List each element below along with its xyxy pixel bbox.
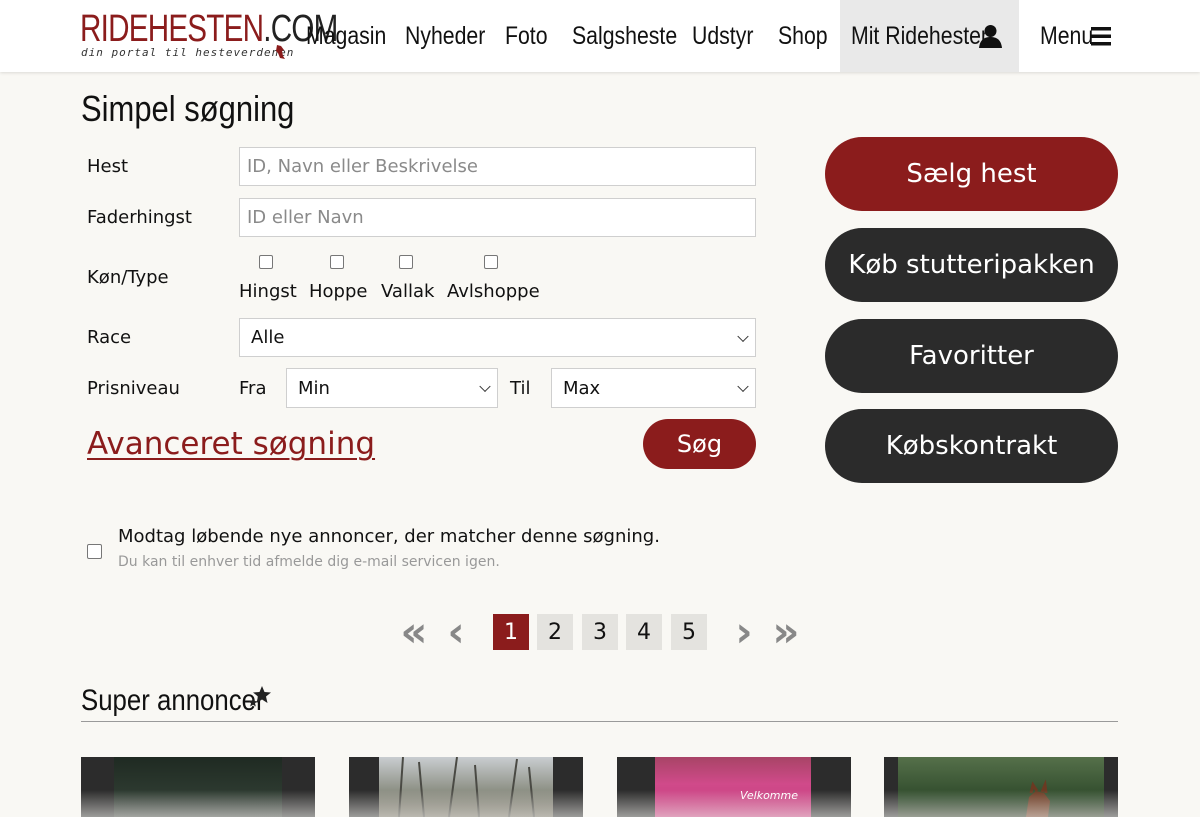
section-divider <box>81 721 1118 722</box>
page-3[interactable]: 3 <box>582 614 618 650</box>
label-vallak[interactable]: Vallak <box>381 281 434 302</box>
ad-thumbnail[interactable] <box>884 757 1118 817</box>
trees-graphic <box>398 757 535 817</box>
checkbox-hoppe[interactable] <box>330 255 344 269</box>
prev-page-icon[interactable]: ‹ <box>436 611 476 653</box>
nav-foto[interactable]: Foto <box>505 0 548 72</box>
chevron-down-icon <box>737 380 749 393</box>
label-hoppe[interactable]: Hoppe <box>309 281 367 302</box>
nav-shop[interactable]: Shop <box>778 0 828 72</box>
horse-head-graphic <box>1026 779 1050 817</box>
ad-thumbnail[interactable]: Velkomme <box>617 757 851 817</box>
super-ads-title: Super annoncer <box>81 684 265 717</box>
notify-sublabel: Du kan til enhver tid afmelde dig e-mail… <box>118 554 500 570</box>
favorites-button[interactable]: Favoritter <box>825 319 1118 393</box>
chevron-down-icon <box>479 380 491 393</box>
notify-label[interactable]: Modtag løbende nye annoncer, der matcher… <box>118 526 660 547</box>
page-1[interactable]: 1 <box>493 614 529 650</box>
advanced-search-link[interactable]: Avanceret søgning <box>87 426 375 462</box>
page-title: Simpel søgning <box>81 88 295 129</box>
stars-icon <box>248 686 271 707</box>
purchase-contract-button[interactable]: Købskontrakt <box>825 409 1118 483</box>
ad-image: Velkomme <box>655 757 811 817</box>
ad-image <box>379 757 553 817</box>
nav-udstyr[interactable]: Udstyr <box>692 0 753 72</box>
nav-magasin[interactable]: Magasin <box>306 0 386 72</box>
last-page-icon[interactable]: » <box>766 611 806 653</box>
hamburger-icon[interactable] <box>1091 27 1111 46</box>
to-label: Til <box>510 378 531 399</box>
ad-thumbnail[interactable] <box>349 757 583 817</box>
label-avlshoppe[interactable]: Avlshoppe <box>447 281 540 302</box>
from-label: Fra <box>239 378 267 399</box>
min-price-select[interactable]: Min <box>286 368 498 408</box>
banner-text: Velkomme <box>740 789 799 802</box>
logo-tagline: din portal til hesteverdenen <box>81 46 295 59</box>
horse-icon <box>276 45 285 59</box>
page-4[interactable]: 4 <box>626 614 662 650</box>
nav-salgsheste[interactable]: Salgsheste <box>572 0 677 72</box>
race-label: Race <box>87 327 132 348</box>
site-logo[interactable]: RIDEHESTEN.COM din portal til hesteverde… <box>80 8 338 63</box>
next-page-icon[interactable]: › <box>724 611 764 653</box>
nav-nyheder[interactable]: Nyheder <box>405 0 485 72</box>
sire-label: Faderhingst <box>87 207 192 228</box>
race-select-value: Alle <box>251 327 285 348</box>
min-price-value: Min <box>298 377 330 399</box>
chevron-down-icon <box>737 330 749 342</box>
account-label[interactable]: Mit Ridehesten <box>851 0 993 72</box>
search-button[interactable]: Søg <box>643 419 756 469</box>
label-hingst[interactable]: Hingst <box>239 281 297 302</box>
price-label: Prisniveau <box>87 378 180 399</box>
checkbox-avlshoppe[interactable] <box>484 255 498 269</box>
site-header: RIDEHESTEN.COM din portal til hesteverde… <box>0 0 1200 72</box>
max-price-select[interactable]: Max <box>551 368 756 408</box>
ad-image <box>898 757 1104 817</box>
sell-horse-button[interactable]: Sælg hest <box>825 137 1118 211</box>
ad-image <box>114 757 282 817</box>
user-icon[interactable] <box>979 24 1002 48</box>
first-page-icon[interactable]: « <box>394 611 434 653</box>
checkbox-vallak[interactable] <box>399 255 413 269</box>
page-5[interactable]: 5 <box>671 614 707 650</box>
ad-thumbnail[interactable] <box>81 757 315 817</box>
horse-label: Hest <box>87 156 129 177</box>
menu-label[interactable]: Menu <box>1040 0 1093 72</box>
gender-label: Køn/Type <box>87 267 169 288</box>
horse-search-input[interactable]: ID, Navn eller Beskrivelse <box>239 147 756 186</box>
page-2[interactable]: 2 <box>537 614 573 650</box>
max-price-value: Max <box>563 377 601 399</box>
buy-stud-package-button[interactable]: Køb stutteripakken <box>825 228 1118 302</box>
notify-checkbox[interactable] <box>87 544 102 559</box>
checkbox-hingst[interactable] <box>259 255 273 269</box>
race-select[interactable]: Alle <box>239 318 756 357</box>
sire-search-input[interactable]: ID eller Navn <box>239 198 756 237</box>
logo-wordmark: RIDEHESTEN.COM <box>80 8 338 50</box>
